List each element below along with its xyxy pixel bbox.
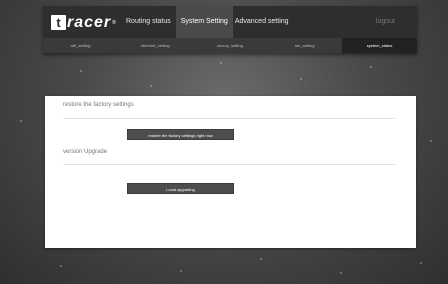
divider (63, 118, 395, 119)
version-upgrade-title: version Upgrade (63, 149, 108, 155)
header-bar: t racer ® Routing status System Setting … (43, 6, 417, 53)
logo-letter: t (51, 15, 66, 30)
nav-routing-status[interactable]: Routing status (121, 6, 176, 38)
tracer-logo[interactable]: t racer ® (51, 14, 116, 31)
subnav-ethernet-setting[interactable]: ethernet_setting (118, 38, 193, 53)
subnav-secury-setting[interactable]: secury_setting (193, 38, 268, 53)
logout-link[interactable]: logout (376, 6, 395, 38)
factory-reset-title: restore the factory settings (63, 102, 134, 108)
settings-panel: restore the factory settings restore the… (45, 96, 416, 248)
nav-system-setting[interactable]: System Setting (175, 6, 233, 38)
subnav-system-status[interactable]: system_status (342, 38, 417, 53)
subnav-wifi-setting[interactable]: wifi_setting (43, 38, 118, 53)
local-upgrade-button[interactable]: Local upgrading (127, 183, 234, 194)
top-navigation: t racer ® Routing status System Setting … (43, 6, 417, 38)
factory-reset-button[interactable]: restore the factory settings right now (127, 129, 234, 140)
divider (63, 164, 395, 165)
subnav-lan-setting[interactable]: lan_setting (267, 38, 342, 53)
logo-registered: ® (112, 19, 116, 26)
main-nav: Routing status System Setting Advanced s… (121, 6, 294, 38)
nav-advanced-setting[interactable]: Advanced setting (233, 6, 294, 38)
logo-word: racer (67, 14, 112, 31)
sub-navigation: wifi_setting ethernet_setting secury_set… (43, 38, 417, 53)
